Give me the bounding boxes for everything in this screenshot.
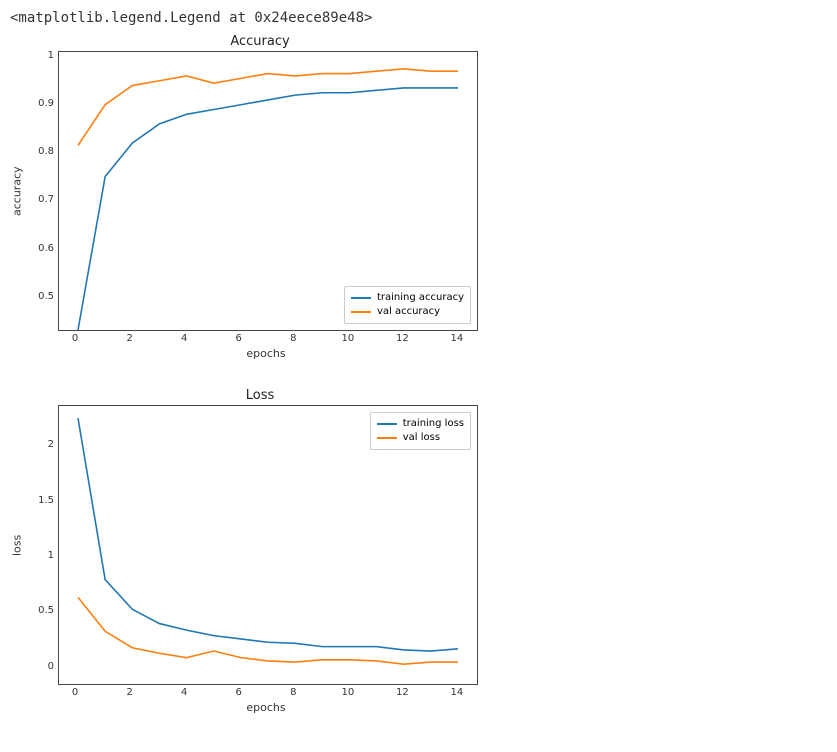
legend-entry: training loss: [377, 417, 464, 431]
repr-output: <matplotlib.legend.Legend at 0x24eece89e…: [10, 10, 837, 26]
legend-entry: val loss: [377, 431, 464, 445]
legend-swatch: [377, 423, 397, 425]
plot-area: training accuracyval accuracy: [58, 51, 478, 331]
series-line: [78, 597, 458, 664]
legend-label: val accuracy: [377, 305, 440, 319]
legend-swatch: [351, 311, 371, 313]
y-axis-ticks: 21.510.50: [26, 405, 58, 685]
series-line: [78, 69, 458, 146]
legend-entry: val accuracy: [351, 305, 464, 319]
legend-label: val loss: [403, 431, 440, 445]
series-line: [78, 418, 458, 651]
chart-title: Accuracy: [10, 34, 510, 49]
x-axis-ticks: 02468101214: [56, 333, 476, 345]
chart-loss: Loss loss 21.510.50 training lossval los…: [10, 388, 510, 714]
legend-swatch: [351, 297, 371, 299]
chart-title: Loss: [10, 388, 510, 403]
legend-label: training accuracy: [377, 291, 464, 305]
y-axis-label: loss: [10, 405, 24, 685]
y-axis-label: accuracy: [10, 51, 24, 331]
y-axis-ticks: 10.90.80.70.60.5: [26, 51, 58, 331]
chart-accuracy: Accuracy accuracy 10.90.80.70.60.5 train…: [10, 34, 510, 360]
legend-entry: training accuracy: [351, 291, 464, 305]
legend: training lossval loss: [370, 412, 471, 450]
plot-area: training lossval loss: [58, 405, 478, 685]
legend-swatch: [377, 437, 397, 439]
figure: Accuracy accuracy 10.90.80.70.60.5 train…: [10, 34, 510, 714]
legend: training accuracyval accuracy: [344, 286, 471, 324]
x-axis-label: epochs: [56, 347, 476, 360]
x-axis-label: epochs: [56, 701, 476, 714]
x-axis-ticks: 02468101214: [56, 687, 476, 699]
legend-label: training loss: [403, 417, 464, 431]
